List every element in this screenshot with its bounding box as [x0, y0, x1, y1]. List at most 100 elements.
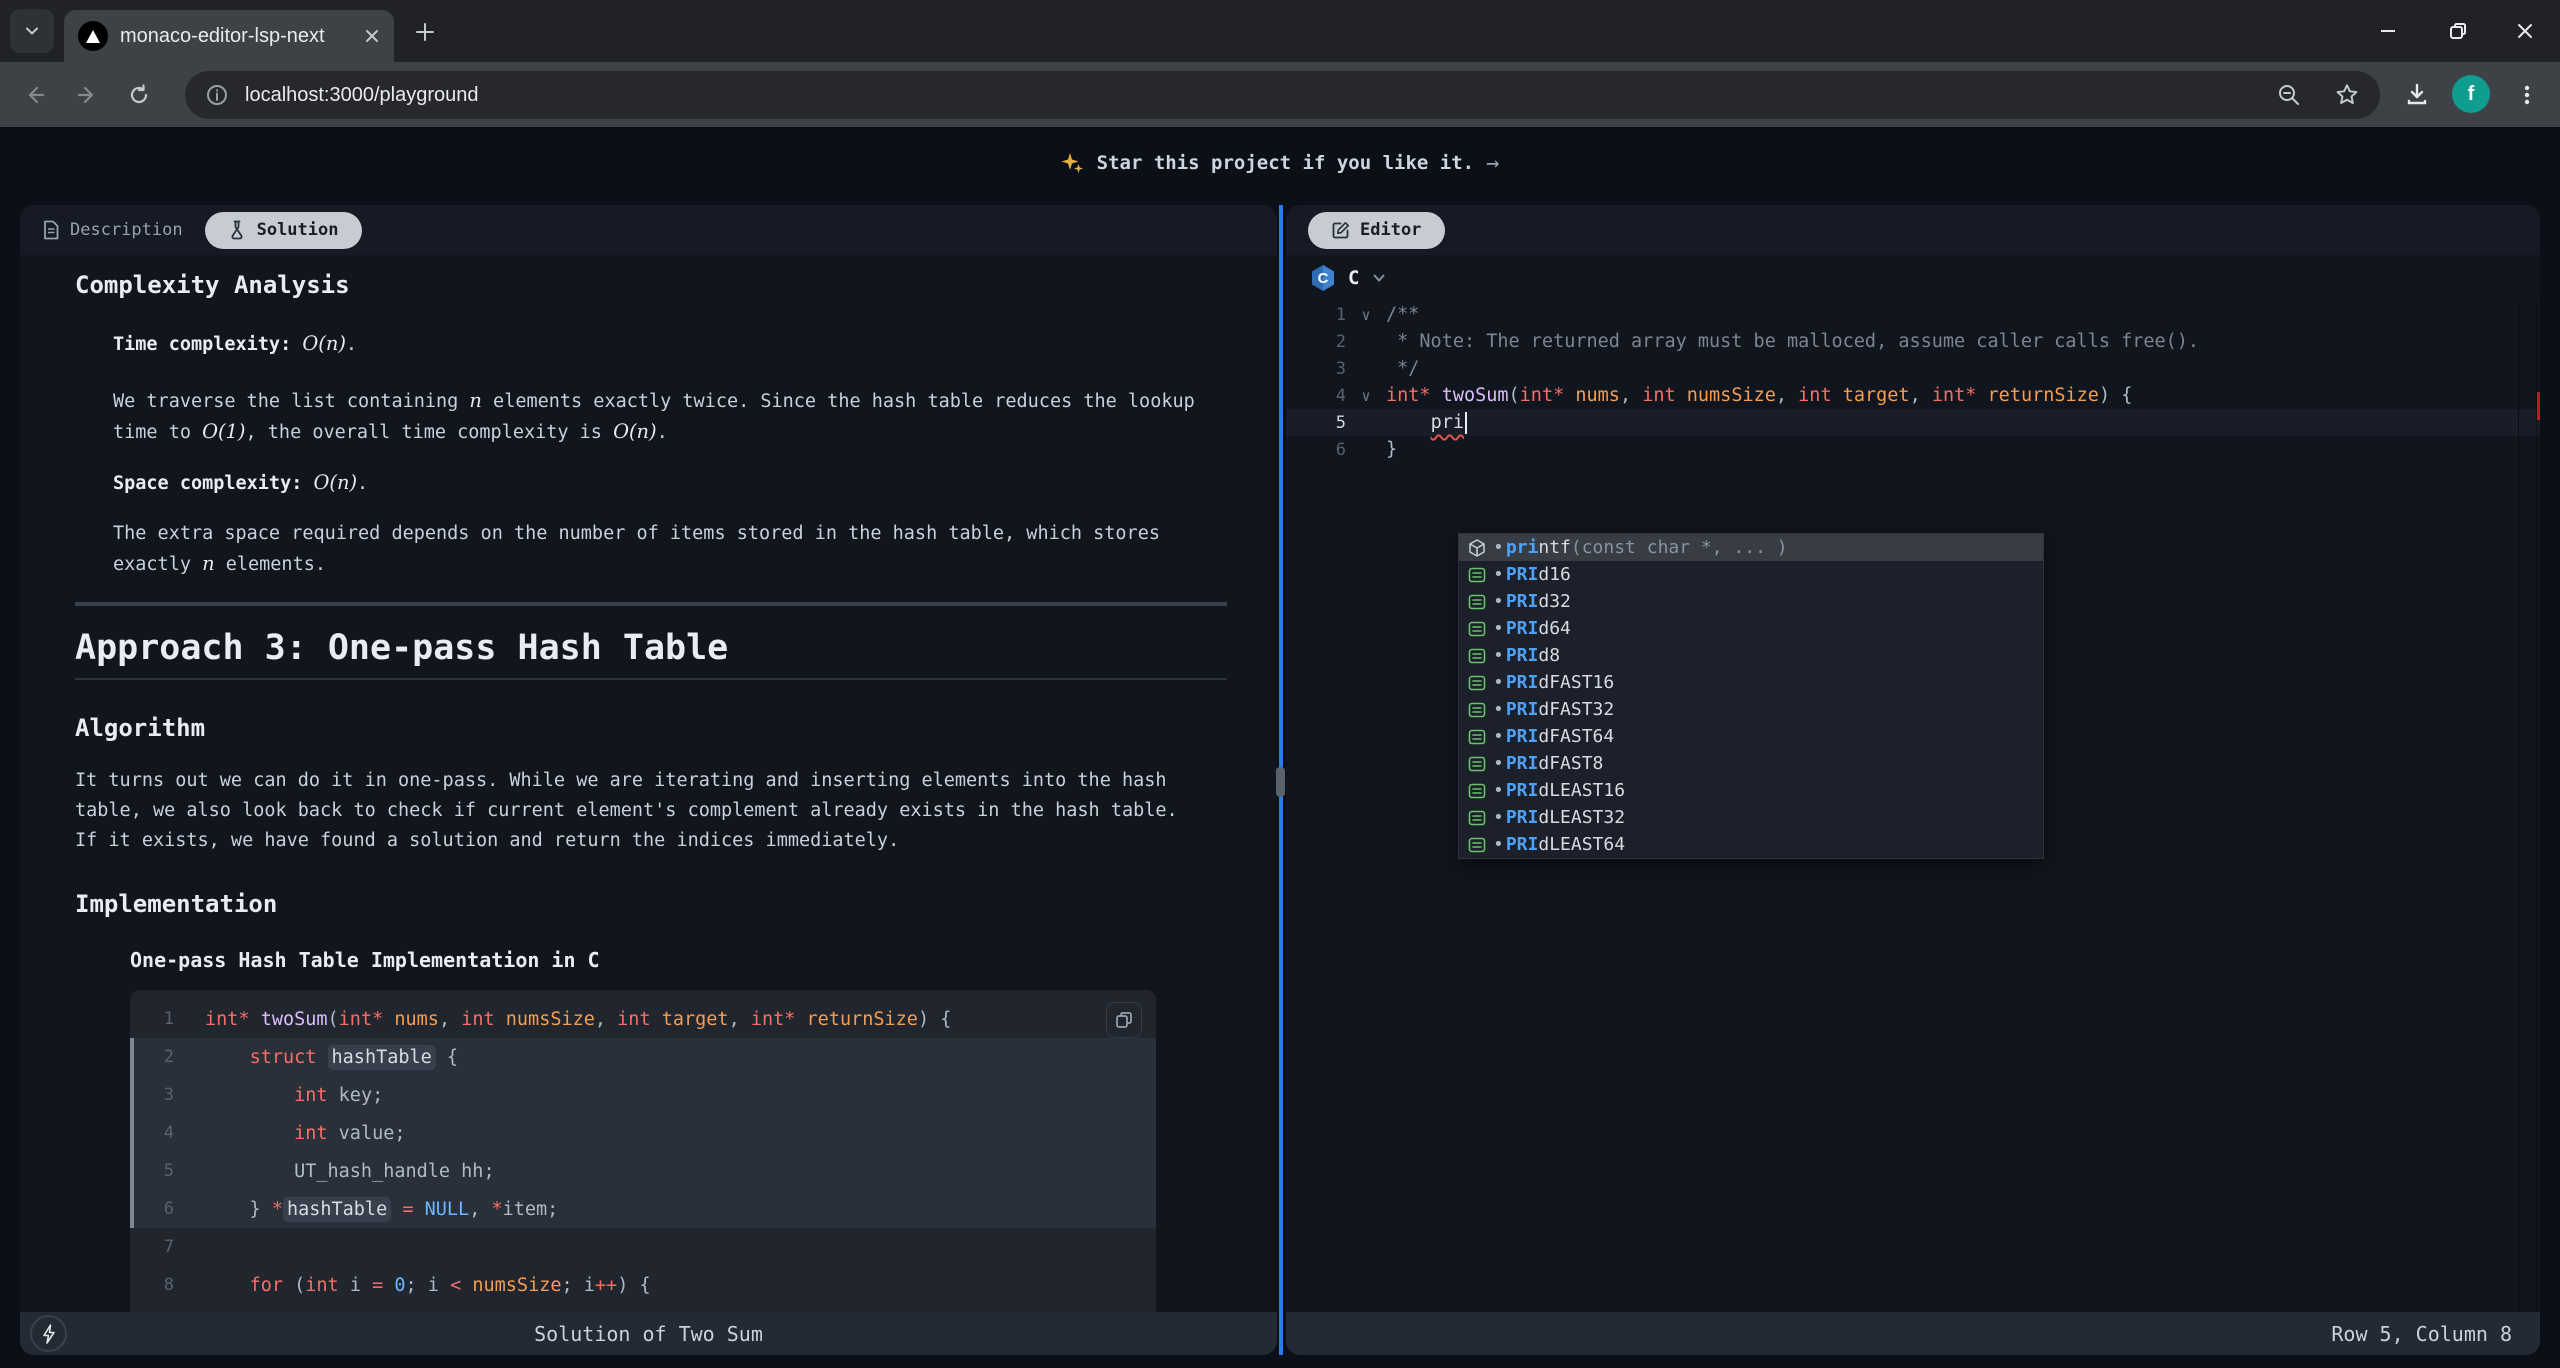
cursor-position: Row 5, Column 8 — [1286, 1322, 2540, 1346]
code-line-highlighted: 2 struct hashTable { — [130, 1038, 1156, 1076]
left-panel-tabs: Description Solution — [20, 205, 1277, 255]
star-project-banner[interactable]: Star this project if you like it. → — [0, 141, 2560, 185]
code-line: 9 int complement = target - nums[i]; — [130, 1304, 1156, 1312]
scrollbar-rail[interactable] — [2518, 301, 2519, 1312]
fold-icon[interactable]: ∨ — [1346, 387, 1386, 405]
code-block: 1int* twoSum(int* nums, int numsSize, in… — [130, 990, 1156, 1312]
suggestion-item[interactable]: •PRIdFAST8 — [1459, 750, 2043, 777]
suggestion-item-selected[interactable]: •printf(const char *, ... ) — [1459, 534, 2043, 561]
text-symbol-icon — [1465, 700, 1489, 720]
sparkles-icon — [1061, 151, 1085, 175]
function-symbol-icon — [1465, 538, 1489, 558]
autocomplete-widget: •printf(const char *, ... ) •PRId16 •PRI… — [1458, 533, 2044, 859]
browser-tab[interactable]: monaco-editor-lsp-next — [64, 10, 394, 62]
solution-panel: Description Solution Complexity Analysis… — [20, 205, 1277, 1355]
suggestion-item[interactable]: •PRId16 — [1459, 561, 2043, 588]
window-close-button[interactable] — [2505, 13, 2545, 49]
forward-button[interactable] — [66, 74, 108, 116]
code-line-highlighted: 4 int value; — [130, 1114, 1156, 1152]
site-info-icon[interactable] — [205, 83, 229, 107]
problem-title: Solution of Two Sum — [20, 1322, 1277, 1346]
back-button[interactable] — [14, 74, 56, 116]
divider-rule — [75, 678, 1227, 680]
downloads-button[interactable] — [2398, 76, 2436, 114]
divider-rule — [75, 602, 1227, 606]
new-tab-button[interactable] — [410, 17, 440, 47]
page: Star this project if you like it. → Desc… — [0, 127, 2560, 1368]
editor-line: 1∨/** — [1286, 301, 2540, 328]
editor-line: 4∨int* twoSum(int* nums, int numsSize, i… — [1286, 382, 2540, 409]
code-line: 8 for (int i = 0; i < numsSize; i++) { — [130, 1266, 1156, 1304]
tab-description-label: Description — [70, 220, 183, 240]
left-status-bar: Solution of Two Sum — [20, 1312, 1277, 1355]
suggestion-item[interactable]: •PRId64 — [1459, 615, 2043, 642]
window-minimize-button[interactable] — [2368, 13, 2408, 49]
window-restore-button[interactable] — [2438, 13, 2478, 49]
restore-icon — [2448, 21, 2468, 41]
editor-status-bar: Row 5, Column 8 — [1286, 1312, 2540, 1355]
language-label[interactable]: C — [1348, 267, 1359, 289]
close-icon — [2515, 21, 2535, 41]
reload-icon — [127, 83, 151, 107]
text-symbol-icon — [1465, 619, 1489, 639]
suggestion-item[interactable]: •PRIdFAST64 — [1459, 723, 2043, 750]
code-line: 1int* twoSum(int* nums, int numsSize, in… — [130, 1000, 1156, 1038]
document-icon — [42, 220, 60, 240]
editor-line-current: 5 pri — [1286, 409, 2540, 436]
time-complexity-line: Time complexity: O(n). — [113, 329, 1198, 360]
subheading-algorithm: Algorithm — [75, 714, 1227, 742]
text-symbol-icon — [1465, 754, 1489, 774]
editor-line: 2 * Note: The returned array must be mal… — [1286, 328, 2540, 355]
text-symbol-icon — [1465, 781, 1489, 801]
bookmark-star-icon[interactable] — [2334, 82, 2360, 108]
banner-text: Star this project if you like it. — [1097, 152, 1475, 174]
forward-arrow-icon — [75, 83, 99, 107]
browser-menu-button[interactable] — [2508, 76, 2546, 114]
monaco-editor[interactable]: 1∨/** 2 * Note: The returned array must … — [1286, 301, 2540, 1312]
chevron-down-icon[interactable] — [1371, 270, 1387, 286]
c-language-icon: C — [1310, 264, 1336, 292]
suggestion-item[interactable]: •PRIdFAST32 — [1459, 696, 2043, 723]
space-complexity-paragraph: The extra space required depends on the … — [113, 519, 1198, 580]
profile-avatar[interactable]: f — [2452, 75, 2490, 113]
suggestion-item[interactable]: •PRIdLEAST16 — [1459, 777, 2043, 804]
code-line-highlighted: 5 UT_hash_handle hh; — [130, 1152, 1156, 1190]
time-complexity-paragraph: We traverse the list containing n elemen… — [113, 386, 1198, 448]
plus-icon — [414, 21, 436, 43]
suggestion-item[interactable]: •PRIdFAST16 — [1459, 669, 2043, 696]
tab-description[interactable]: Description — [42, 220, 183, 240]
suggestion-item[interactable]: •PRId8 — [1459, 642, 2043, 669]
svg-text:C: C — [1318, 270, 1329, 287]
flask-icon — [229, 220, 247, 240]
reload-button[interactable] — [118, 74, 160, 116]
address-bar[interactable]: localhost:3000/playground — [185, 71, 2380, 119]
fold-icon[interactable]: ∨ — [1346, 306, 1386, 324]
browser-tab-bar: monaco-editor-lsp-next — [0, 0, 2560, 62]
text-cursor — [1465, 412, 1467, 434]
tab-search-caret-button[interactable] — [10, 9, 54, 53]
tab-close-icon[interactable] — [364, 28, 380, 44]
text-symbol-icon — [1465, 808, 1489, 828]
download-icon — [2404, 82, 2430, 108]
tab-editor[interactable]: Editor — [1308, 212, 1445, 249]
text-symbol-icon — [1465, 646, 1489, 666]
copy-icon — [1115, 1011, 1133, 1029]
suggestion-item[interactable]: •PRIdLEAST32 — [1459, 804, 2043, 831]
text-symbol-icon — [1465, 835, 1489, 855]
overview-ruler — [2536, 301, 2537, 1312]
panel-resizer-handle[interactable] — [1276, 767, 1285, 797]
three-dots-icon — [2517, 84, 2537, 106]
tab-title: monaco-editor-lsp-next — [120, 25, 352, 48]
zoom-icon[interactable] — [2276, 82, 2302, 108]
suggestion-item[interactable]: •PRIdLEAST64 — [1459, 831, 2043, 858]
copy-code-button[interactable] — [1106, 1002, 1142, 1038]
url-text[interactable]: localhost:3000/playground — [245, 84, 2260, 107]
quick-action-button[interactable] — [30, 1315, 67, 1352]
arrow-right-icon: → — [1486, 151, 1499, 176]
section-heading-approach: Approach 3: One-pass Hash Table — [75, 628, 1227, 668]
browser-toolbar: localhost:3000/playground f — [0, 62, 2560, 127]
code-line: 7 — [130, 1228, 1156, 1266]
editor-line: 6} — [1286, 436, 2540, 463]
tab-solution[interactable]: Solution — [205, 212, 363, 249]
suggestion-item[interactable]: •PRId32 — [1459, 588, 2043, 615]
